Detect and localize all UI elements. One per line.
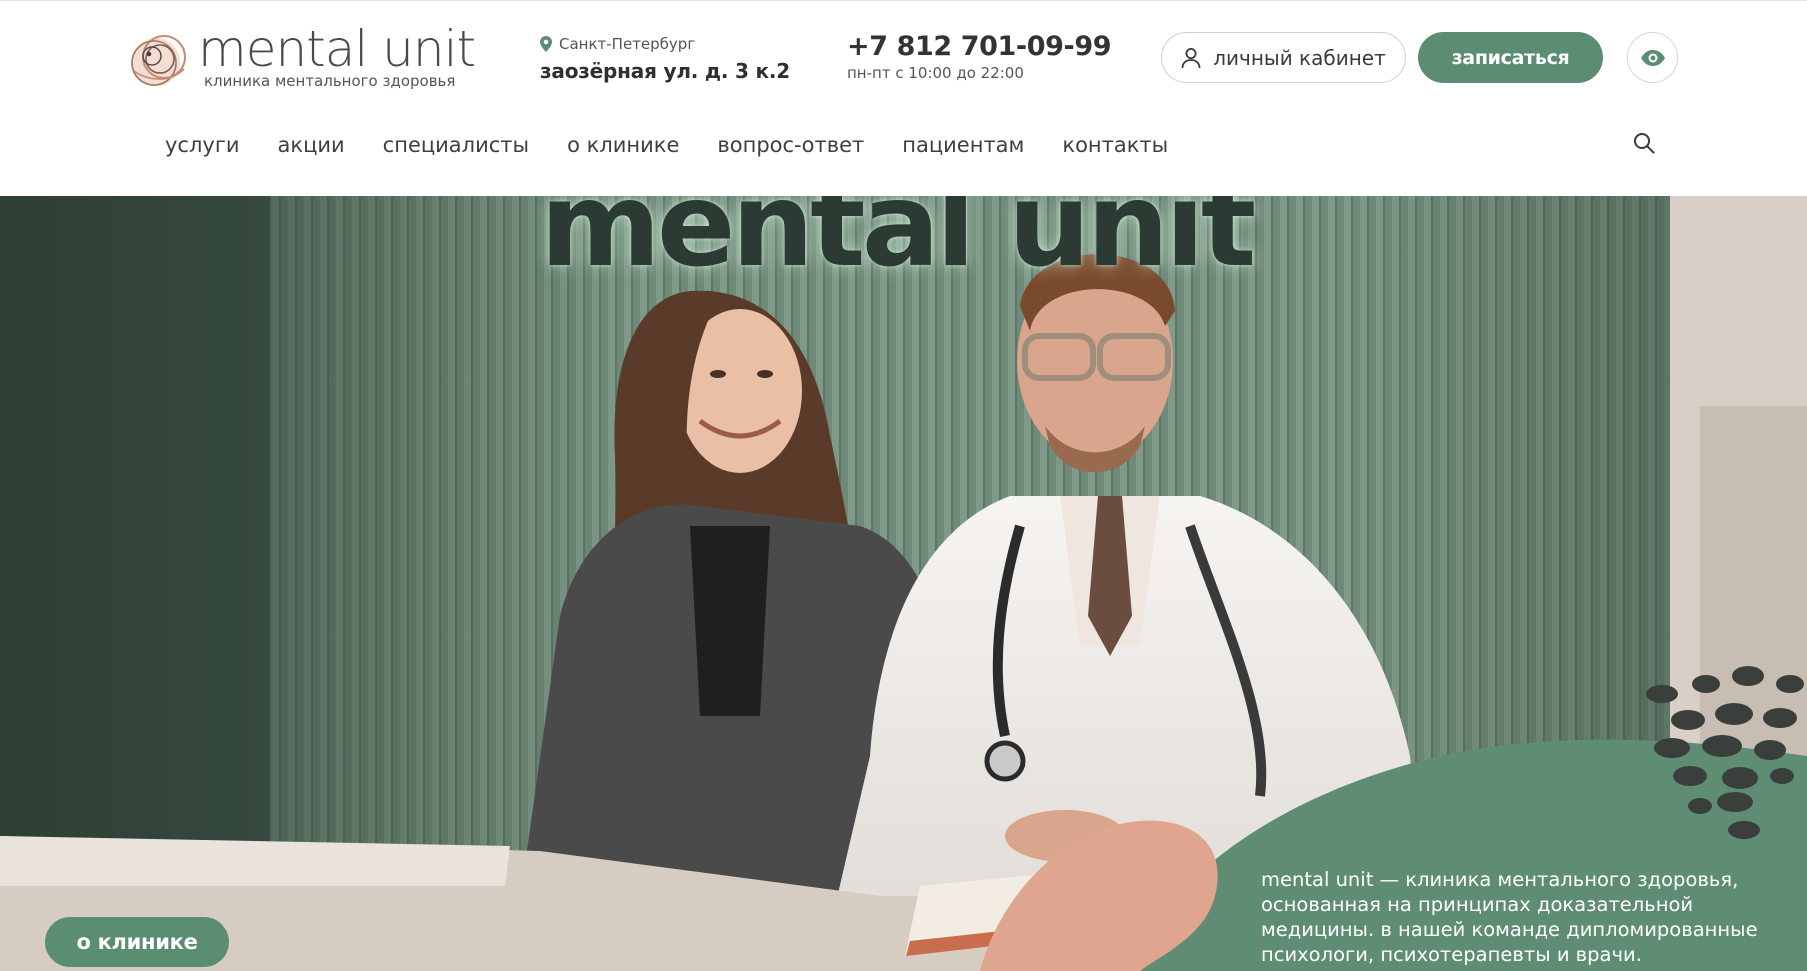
logo-wordmark: mental unit	[198, 20, 476, 78]
street-address: заозёрная ул. д. 3 к.2	[540, 59, 791, 83]
logo-link[interactable]: mental unit клиника ментального здоровья	[126, 20, 476, 95]
nav-item-contacts[interactable]: контакты	[1043, 127, 1187, 163]
wall-sign: mental unit	[540, 196, 1256, 293]
personal-account-button[interactable]: личный кабинет	[1161, 32, 1406, 83]
phone-link[interactable]: +7 812 701-09-99	[847, 31, 1111, 62]
personal-account-label: личный кабинет	[1213, 45, 1386, 70]
phone-block: +7 812 701-09-99 пн-пт с 10:00 до 22:00	[847, 31, 1111, 82]
main-nav: услуги акции специалисты о клинике вопро…	[146, 125, 1187, 165]
nav-item-patients[interactable]: пациентам	[883, 127, 1043, 163]
accessibility-button[interactable]	[1627, 32, 1678, 83]
city-name: Санкт-Петербург	[559, 35, 696, 53]
address-block[interactable]: Санкт-Петербург заозёрная ул. д. 3 к.2	[540, 35, 791, 83]
search-button[interactable]	[1629, 128, 1659, 158]
nav-item-specialists[interactable]: специалисты	[364, 127, 548, 163]
nav-item-faq[interactable]: вопрос-ответ	[698, 127, 883, 163]
site-header: mental unit клиника ментального здоровья…	[0, 0, 1807, 196]
signup-button[interactable]: записаться	[1418, 32, 1603, 83]
nav-item-about[interactable]: о клинике	[548, 127, 698, 163]
logo-icon	[131, 35, 186, 86]
hero-photo	[0, 196, 1807, 971]
hero-section: mental unit о клинике mental unit — клин…	[0, 196, 1807, 971]
hero-description: mental unit — клиника ментального здоров…	[1261, 868, 1758, 966]
user-icon	[1181, 47, 1201, 68]
nav-item-services[interactable]: услуги	[146, 127, 259, 163]
map-pin-icon	[540, 36, 552, 52]
nav-item-promotions[interactable]: акции	[259, 127, 364, 163]
search-icon	[1634, 133, 1655, 154]
eye-icon	[1640, 49, 1665, 66]
city-row: Санкт-Петербург	[540, 35, 770, 53]
about-clinic-button[interactable]: о клинике	[45, 917, 229, 967]
logo-tagline: клиника ментального здоровья	[204, 72, 456, 90]
working-hours: пн-пт с 10:00 до 22:00	[847, 64, 1024, 82]
